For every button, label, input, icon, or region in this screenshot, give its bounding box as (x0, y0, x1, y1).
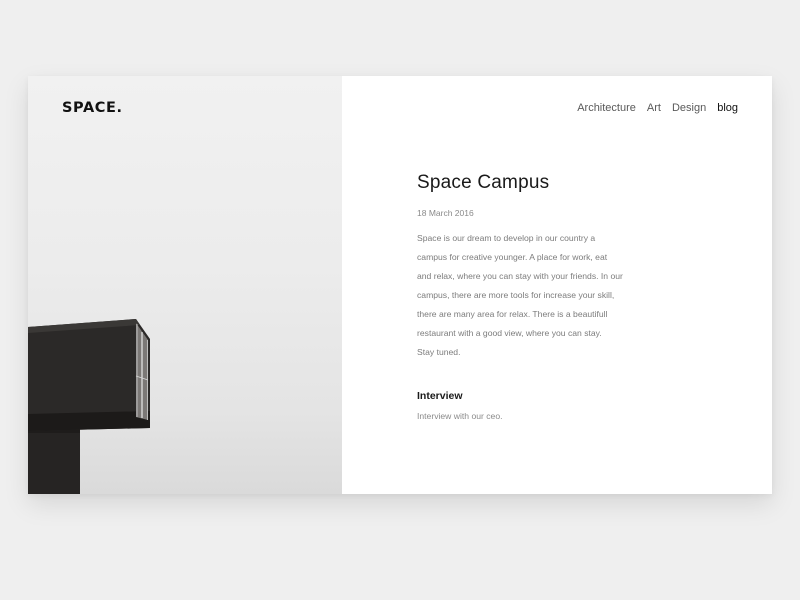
interview-text: Interview with our ceo. (417, 411, 503, 421)
building-photo (28, 76, 342, 494)
body-line: and relax, where you can stay with your … (417, 271, 623, 281)
body-line: Stay tuned. (417, 347, 461, 357)
article-content: Space Campus 18 March 2016 Space is our … (417, 172, 637, 421)
building-tower (28, 432, 80, 494)
article-title: Space Campus (417, 172, 550, 193)
nav-item-blog[interactable]: blog (717, 102, 738, 114)
body-line: there are many area for relax. There is … (417, 309, 608, 319)
nav-item-design[interactable]: Design (672, 102, 706, 114)
body-line: campus, there are more tools for increas… (417, 290, 615, 300)
body-line: restaurant with a good view, where you c… (417, 328, 602, 338)
nav-item-art[interactable]: Art (647, 102, 661, 114)
article-card: SPACE. Architecture Art Design blog Spac… (28, 76, 772, 494)
interview-heading: Interview (417, 390, 463, 402)
article-body: Space is our dream to develop in our cou… (417, 229, 637, 362)
body-line: Space is our dream to develop in our cou… (417, 233, 596, 243)
building-illustration (28, 319, 150, 494)
site-logo[interactable]: SPACE. (62, 100, 123, 116)
nav-item-architecture[interactable]: Architecture (577, 102, 636, 114)
main-nav: Architecture Art Design blog (577, 102, 738, 114)
body-line: campus for creative younger. A place for… (417, 252, 608, 262)
building-underside (28, 411, 150, 431)
article-date: 18 March 2016 (417, 208, 474, 218)
